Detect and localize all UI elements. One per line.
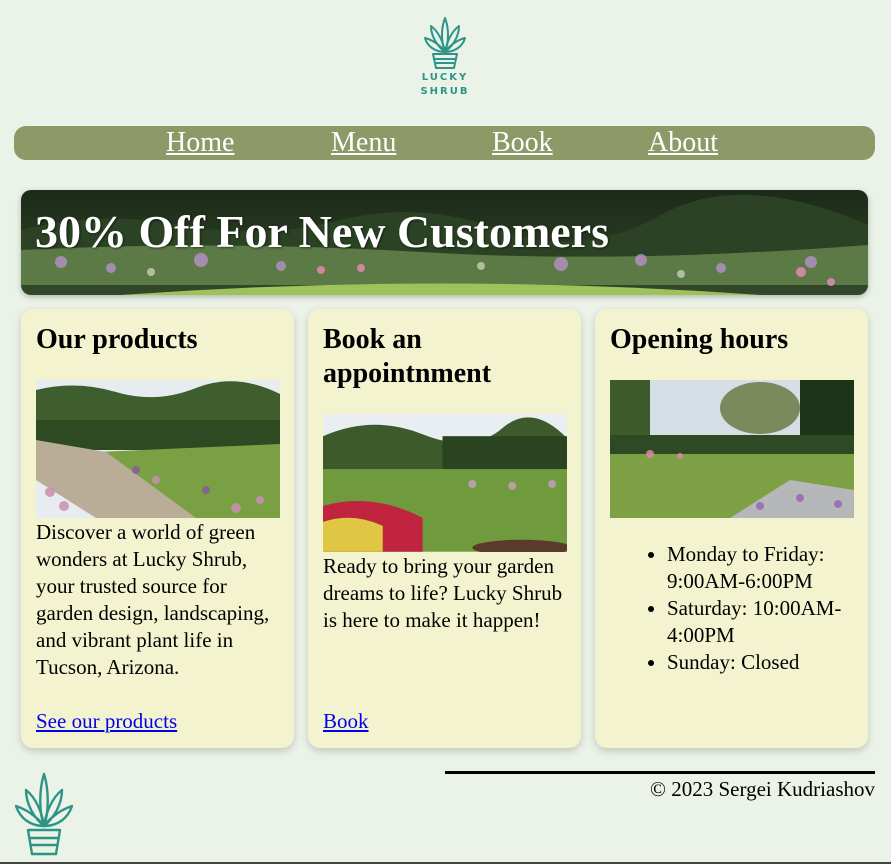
nav-link-menu[interactable]: Menu <box>331 127 396 159</box>
promo-banner: 30% Off For New Customers <box>21 190 868 295</box>
logo-text-line1: LUCKY <box>421 72 469 83</box>
footer-logo[interactable] <box>14 770 74 858</box>
site-logo[interactable]: LUCKY SHRUB <box>418 14 472 106</box>
opening-hours-list: Monday to Friday: 9:00AM-6:00PM Saturday… <box>633 541 867 676</box>
book-link[interactable]: Book <box>323 708 369 735</box>
products-card-text: Discover a world of green wonders at Luc… <box>36 520 270 679</box>
succulent-plant-icon <box>424 17 466 69</box>
hours-item-weekdays: Monday to Friday: 9:00AM-6:00PM <box>667 541 867 595</box>
walled-garden-lawn-photo <box>610 380 854 518</box>
logo-text-line2: SHRUB <box>420 86 470 97</box>
book-card: Book an appointnment Ready to bring your… <box>308 309 581 748</box>
copyright-text: © 2023 Sergei Kudriashov <box>650 777 875 801</box>
hours-item-saturday: Saturday: 10:00AM-4:00PM <box>667 595 867 649</box>
hours-item-sunday: Sunday: Closed <box>667 649 867 676</box>
garden-flowerbed-photo <box>323 414 567 552</box>
products-card: Our products Discover a world of green w… <box>21 309 294 748</box>
promo-headline: 30% Off For New Customers <box>35 206 610 257</box>
footer-divider <box>445 771 875 774</box>
hours-card-title: Opening hours <box>610 324 789 355</box>
book-card-title: Book an appointnment <box>323 324 492 389</box>
see-products-link[interactable]: See our products <box>36 708 177 735</box>
nav-link-book[interactable]: Book <box>492 127 553 159</box>
succulent-plant-icon <box>14 772 74 856</box>
products-card-title: Our products <box>36 324 198 355</box>
nav-link-home[interactable]: Home <box>166 127 234 159</box>
main-navigation: Home Menu Book About <box>14 126 875 160</box>
book-card-text: Ready to bring your garden dreams to lif… <box>323 554 563 632</box>
garden-lawn-path-photo <box>36 380 280 518</box>
nav-link-about[interactable]: About <box>648 127 718 159</box>
hours-card: Opening hours Monday to Friday: 9:00AM-6… <box>595 309 868 748</box>
